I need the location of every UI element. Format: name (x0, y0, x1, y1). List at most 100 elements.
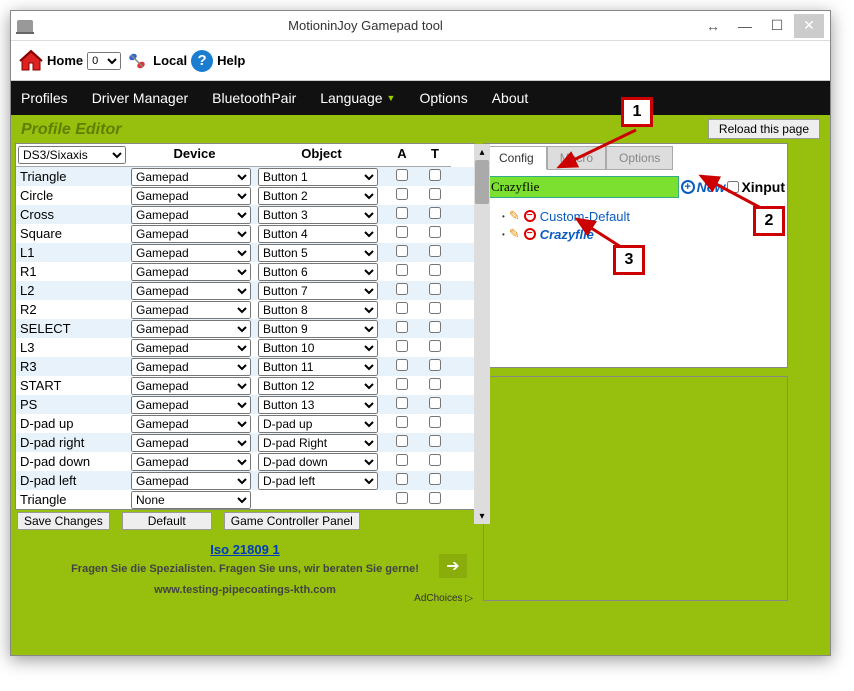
a-checkbox[interactable] (396, 188, 408, 200)
object-select[interactable]: Button 6 (258, 263, 378, 281)
home-select[interactable]: 0 (87, 52, 121, 70)
menu-language[interactable]: Language▼ (320, 90, 395, 106)
object-select[interactable]: Button 3 (258, 206, 378, 224)
device-select[interactable]: Gamepad (131, 377, 251, 395)
delete-icon[interactable]: − (524, 210, 536, 222)
t-checkbox[interactable] (429, 302, 441, 314)
scroll-down-icon[interactable]: ▾ (474, 508, 490, 524)
object-select[interactable]: D-pad down (258, 453, 378, 471)
device-select[interactable]: Gamepad (131, 263, 251, 281)
restore-icon[interactable]: ↔ (698, 14, 728, 38)
device-select[interactable]: Gamepad (131, 320, 251, 338)
edit-icon[interactable]: ✎ (509, 226, 520, 242)
default-button[interactable]: Default (122, 512, 212, 530)
object-select[interactable]: Button 5 (258, 244, 378, 262)
device-select[interactable]: Gamepad (131, 225, 251, 243)
delete-icon[interactable]: − (524, 228, 536, 240)
object-select[interactable]: Button 13 (258, 396, 378, 414)
a-checkbox[interactable] (396, 397, 408, 409)
object-select[interactable]: Button 8 (258, 301, 378, 319)
minimize-button[interactable]: — (730, 14, 760, 38)
device-select[interactable]: Gamepad (131, 244, 251, 262)
device-select[interactable]: Gamepad (131, 206, 251, 224)
device-select[interactable]: Gamepad (131, 358, 251, 376)
ad-arrow-icon[interactable]: ➔ (439, 554, 467, 578)
a-checkbox[interactable] (396, 245, 408, 257)
menu-driver-manager[interactable]: Driver Manager (92, 90, 188, 106)
save-changes-button[interactable]: Save Changes (17, 512, 110, 530)
close-button[interactable]: ✕ (794, 14, 824, 38)
a-checkbox[interactable] (396, 169, 408, 181)
t-checkbox[interactable] (429, 321, 441, 333)
a-checkbox[interactable] (396, 321, 408, 333)
controller-select[interactable]: DS3/Sixaxis (18, 146, 126, 164)
object-select[interactable]: Button 4 (258, 225, 378, 243)
a-checkbox[interactable] (396, 207, 408, 219)
t-checkbox[interactable] (429, 264, 441, 276)
t-checkbox[interactable] (429, 226, 441, 238)
a-checkbox[interactable] (396, 454, 408, 466)
t-checkbox[interactable] (429, 207, 441, 219)
edit-icon[interactable]: ✎ (509, 208, 520, 224)
t-checkbox[interactable] (429, 340, 441, 352)
t-checkbox[interactable] (429, 378, 441, 390)
device-select[interactable]: Gamepad (131, 282, 251, 300)
maximize-button[interactable]: ☐ (762, 14, 792, 38)
t-checkbox[interactable] (429, 188, 441, 200)
device-select[interactable]: Gamepad (131, 453, 251, 471)
object-select[interactable]: Button 9 (258, 320, 378, 338)
device-select[interactable]: Gamepad (131, 396, 251, 414)
t-checkbox[interactable] (429, 416, 441, 428)
a-checkbox[interactable] (396, 416, 408, 428)
home-icon[interactable] (19, 49, 43, 73)
scrollbar[interactable]: ▴ ▾ (474, 144, 490, 524)
help-icon[interactable]: ? (191, 50, 213, 72)
a-checkbox[interactable] (396, 264, 408, 276)
device-select[interactable]: Gamepad (131, 415, 251, 433)
adchoices-label[interactable]: AdChoices ▷ (414, 593, 473, 604)
object-select[interactable]: D-pad left (258, 472, 378, 490)
object-select[interactable]: Button 2 (258, 187, 378, 205)
scroll-up-icon[interactable]: ▴ (474, 144, 490, 160)
object-select[interactable]: Button 1 (258, 168, 378, 186)
object-select[interactable]: Button 12 (258, 377, 378, 395)
device-select[interactable]: Gamepad (131, 168, 251, 186)
t-checkbox[interactable] (429, 245, 441, 257)
device-select[interactable]: Gamepad (131, 472, 251, 490)
a-checkbox[interactable] (396, 302, 408, 314)
a-checkbox[interactable] (396, 340, 408, 352)
tab-config[interactable]: Config (486, 146, 547, 170)
reload-button[interactable]: Reload this page (708, 119, 820, 139)
scroll-thumb[interactable] (475, 160, 489, 204)
ad-link[interactable]: Iso 21809 1 (210, 542, 279, 557)
object-select[interactable]: Button 7 (258, 282, 378, 300)
a-checkbox[interactable] (396, 473, 408, 485)
object-select[interactable]: D-pad up (258, 415, 378, 433)
menu-bluetooth-pair[interactable]: BluetoothPair (212, 90, 296, 106)
a-checkbox[interactable] (396, 226, 408, 238)
device-select[interactable]: Gamepad (131, 301, 251, 319)
game-controller-panel-button[interactable]: Game Controller Panel (224, 512, 360, 530)
local-icon[interactable] (125, 49, 149, 73)
profile-name-input[interactable] (486, 176, 679, 198)
a-checkbox[interactable] (396, 359, 408, 371)
t-checkbox[interactable] (429, 359, 441, 371)
t-checkbox[interactable] (429, 454, 441, 466)
a-checkbox[interactable] (396, 492, 408, 504)
t-checkbox[interactable] (429, 283, 441, 295)
device-select[interactable]: Gamepad (131, 434, 251, 452)
menu-options[interactable]: Options (419, 90, 467, 106)
object-select[interactable]: Button 11 (258, 358, 378, 376)
a-checkbox[interactable] (396, 378, 408, 390)
t-checkbox[interactable] (429, 169, 441, 181)
object-select[interactable]: Button 10 (258, 339, 378, 357)
a-checkbox[interactable] (396, 435, 408, 447)
device-select[interactable]: Gamepad (131, 339, 251, 357)
a-checkbox[interactable] (396, 283, 408, 295)
device-select[interactable]: None (131, 491, 251, 509)
t-checkbox[interactable] (429, 397, 441, 409)
t-checkbox[interactable] (429, 492, 441, 504)
menu-about[interactable]: About (492, 90, 529, 106)
t-checkbox[interactable] (429, 473, 441, 485)
t-checkbox[interactable] (429, 435, 441, 447)
